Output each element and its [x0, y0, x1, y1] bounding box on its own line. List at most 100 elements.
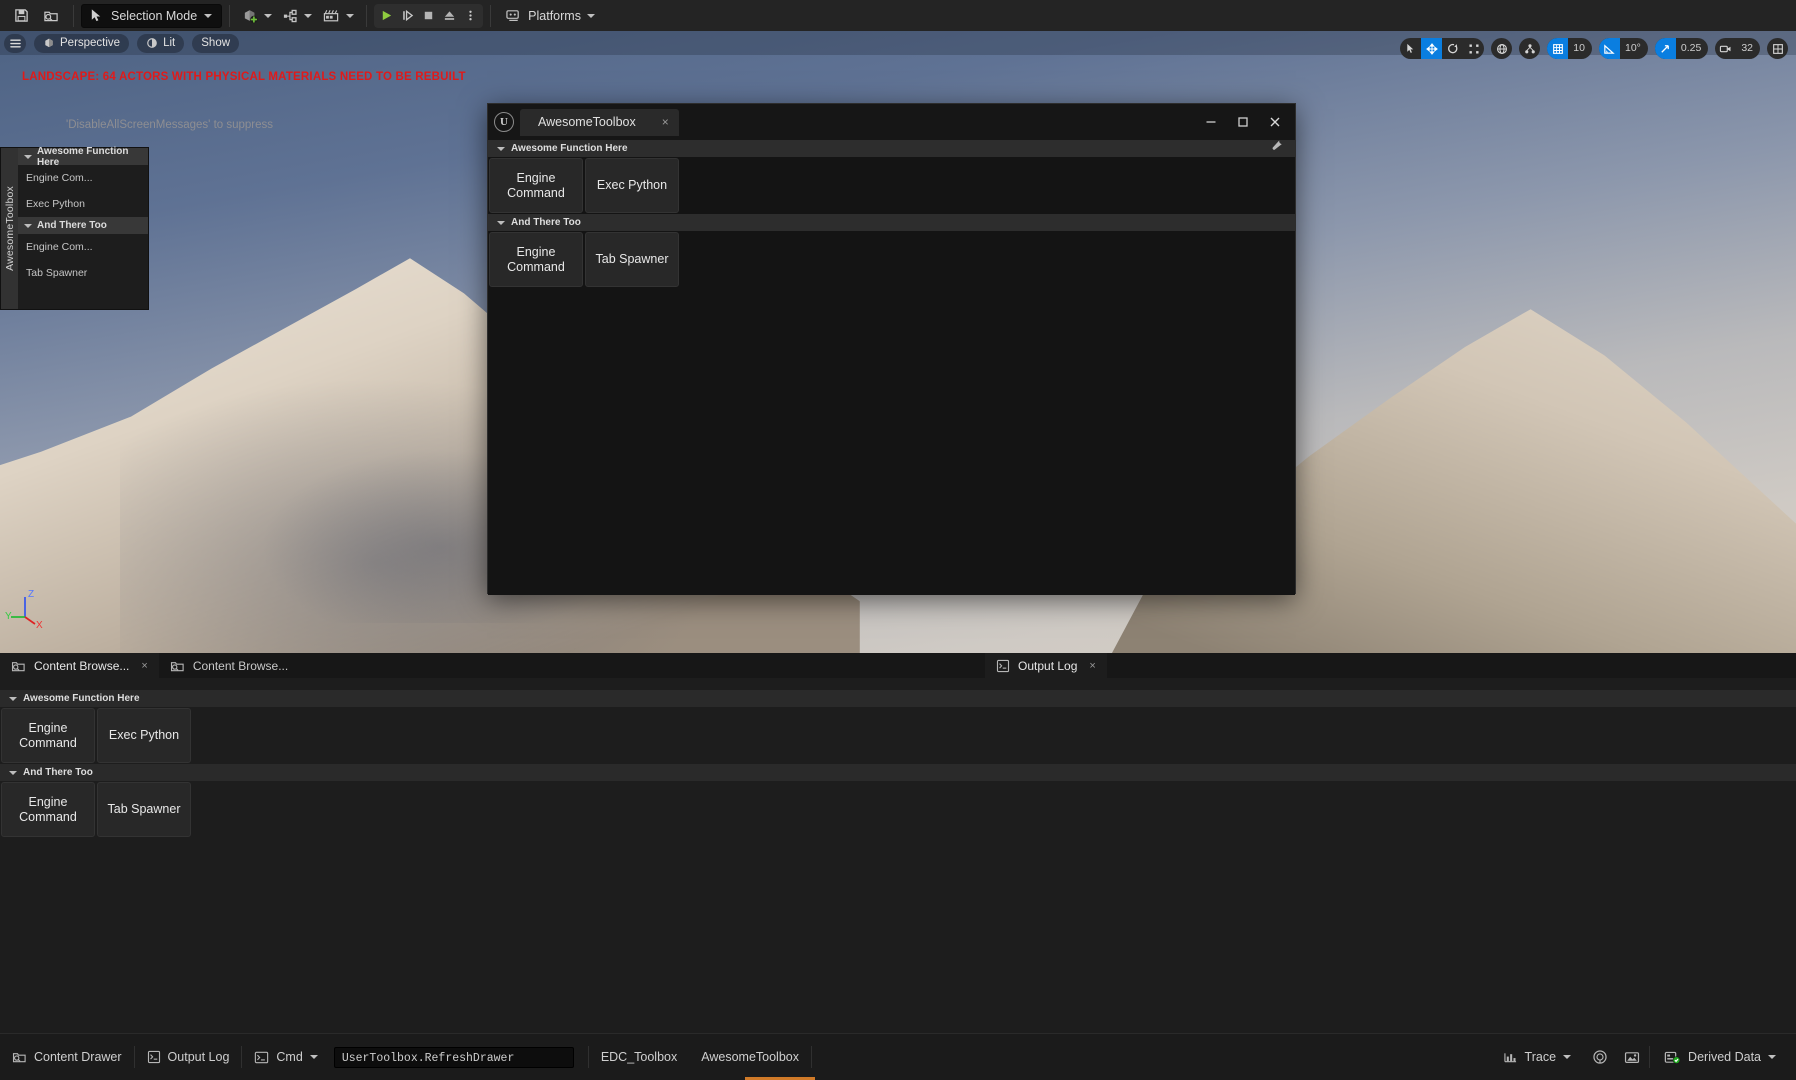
lit-dropdown[interactable]: Lit [137, 33, 185, 53]
angle-snap-value[interactable]: 10° [1620, 38, 1648, 59]
svg-text:X: X [36, 620, 43, 629]
bottom-section-header-2[interactable]: And There Too [0, 764, 1796, 781]
viewport-toolbar-right: 10 10° 0.25 32 [1400, 38, 1788, 59]
add-actor-button[interactable] [237, 3, 277, 29]
save-icon[interactable] [6, 3, 36, 29]
viewport-warning-hint: 'DisableAllScreenMessages' to suppress [66, 119, 274, 131]
close-icon[interactable] [1259, 108, 1291, 136]
awesome-toolbox-button[interactable]: AwesomeToolbox [689, 1042, 811, 1073]
main-toolbar: Selection Mode Platforms [0, 0, 1796, 31]
derived-data-dropdown[interactable]: Derived Data [1652, 1042, 1788, 1073]
chevron-down-icon-add [264, 13, 273, 18]
screenshot-icon[interactable] [1617, 1042, 1647, 1073]
step-icon[interactable] [397, 5, 418, 27]
maximize-viewport-icon[interactable] [1767, 38, 1788, 59]
scale-snap-icon[interactable] [1654, 38, 1676, 59]
console-command-input[interactable]: UserToolbox.RefreshDrawer [333, 1046, 574, 1068]
bottom-section-header-1[interactable]: Awesome Function Here [0, 690, 1796, 707]
more-options-icon[interactable] [460, 5, 481, 27]
trace-dropdown[interactable]: Trace [1491, 1042, 1584, 1073]
blueprint-button[interactable] [277, 3, 317, 29]
tab-content-browser-1[interactable]: Content Browse... × [0, 653, 159, 678]
scale-snap-value[interactable]: 0.25 [1676, 38, 1708, 59]
unreal-logo-icon: U [494, 112, 514, 132]
collapse-triangle-icon [24, 154, 32, 159]
window-section-header-1[interactable]: Awesome Function Here [488, 140, 1295, 157]
toolbar-divider [73, 4, 74, 27]
bottom-button-engine-command-1[interactable]: Engine Command [1, 708, 95, 763]
window-button-exec-python[interactable]: Exec Python [585, 158, 679, 213]
grid-snap-value[interactable]: 10 [1568, 38, 1592, 59]
cmd-dropdown[interactable]: Cmd [242, 1042, 329, 1073]
bottom-button-engine-command-2[interactable]: Engine Command [1, 782, 95, 837]
left-section-header-1[interactable]: Awesome Function Here [18, 146, 148, 168]
status-divider-5 [1649, 1046, 1651, 1068]
selection-mode-button[interactable]: Selection Mode [81, 3, 223, 28]
window-title-bar[interactable]: U AwesomeToolbox × [488, 104, 1295, 150]
output-log-icon-status [147, 1050, 160, 1064]
window-tab-awesometoolbox[interactable]: AwesomeToolbox × [520, 108, 679, 136]
chevron-down-icon-bp [304, 13, 313, 18]
left-docked-toolbox-panel: AwesomeToolbox Awesome Function Here Eng… [0, 146, 149, 310]
cinematics-button[interactable] [317, 3, 359, 29]
select-cursor-icon[interactable] [1400, 38, 1421, 59]
status-bar-right: Trace Derived Data [1491, 1042, 1796, 1073]
left-item-engine-command-1[interactable]: Engine Com... [18, 165, 148, 191]
content-drawer-icon [12, 1053, 26, 1063]
edc-toolbox-button[interactable]: EDC_Toolbox [589, 1042, 689, 1073]
camera-speed-icon[interactable] [1715, 38, 1736, 59]
left-dock-tab-label: AwesomeToolbox [3, 186, 16, 271]
wrench-icon[interactable] [1271, 138, 1284, 151]
left-dock-vertical-tab[interactable]: AwesomeToolbox [1, 148, 18, 309]
selection-mode-label: Selection Mode [111, 8, 198, 23]
left-item-exec-python[interactable]: Exec Python [18, 191, 148, 217]
world-coordinates-icon[interactable] [1491, 38, 1513, 59]
platforms-button[interactable]: Platforms [498, 3, 602, 29]
camera-speed-value[interactable]: 32 [1736, 38, 1760, 59]
angle-snap-icon[interactable] [1598, 38, 1620, 59]
window-button-engine-command-1[interactable]: Engine Command [489, 158, 583, 213]
content-drawer-button[interactable]: Content Drawer [0, 1042, 134, 1073]
window-tab-label: AwesomeToolbox [538, 115, 636, 129]
left-section-header-2[interactable]: And There Too [18, 217, 148, 234]
scale-gizmo-icon[interactable] [1463, 38, 1484, 59]
output-log-button[interactable]: Output Log [135, 1042, 242, 1073]
lit-label: Lit [163, 37, 176, 49]
perspective-dropdown[interactable]: Perspective [34, 33, 130, 53]
content-browser-icon-2 [170, 661, 184, 671]
window-section-header-2[interactable]: And There Too [488, 214, 1295, 231]
surface-snap-icon[interactable] [1519, 38, 1541, 59]
tab-content-browser-2[interactable]: Content Browse... [159, 653, 299, 678]
tab-close-icon-output-log[interactable]: × [1089, 660, 1095, 672]
viewport-menu-icon[interactable] [4, 33, 26, 53]
move-gizmo-icon[interactable] [1421, 38, 1443, 59]
output-log-icon [996, 659, 1010, 672]
left-item-tab-spawner[interactable]: Tab Spawner [18, 260, 148, 286]
awesome-toolbox-window: U AwesomeToolbox × Awesome Function Here… [487, 103, 1296, 595]
collapse-triangle-icon-w2 [497, 220, 505, 225]
source-control-icon[interactable] [1585, 1042, 1615, 1073]
output-log-label: Output Log [167, 1050, 230, 1064]
bottom-button-tab-spawner[interactable]: Tab Spawner [97, 782, 191, 837]
bottom-button-exec-python[interactable]: Exec Python [97, 708, 191, 763]
window-button-tab-spawner[interactable]: Tab Spawner [585, 232, 679, 287]
collapse-triangle-icon-w1 [497, 146, 505, 151]
show-dropdown[interactable]: Show [192, 33, 240, 53]
cmd-label: Cmd [276, 1050, 303, 1064]
window-tab-close-icon[interactable]: × [662, 115, 669, 129]
content-browser-icon [11, 661, 25, 671]
window-button-engine-command-2[interactable]: Engine Command [489, 232, 583, 287]
minimize-icon[interactable] [1195, 108, 1227, 136]
tab-output-log[interactable]: Output Log × [985, 653, 1107, 678]
browse-content-icon[interactable] [36, 3, 66, 29]
play-icon[interactable] [376, 5, 397, 27]
tab-close-icon-1[interactable]: × [141, 660, 147, 672]
rotate-gizmo-icon[interactable] [1442, 38, 1463, 59]
tab-content-browser-1-label: Content Browse... [34, 658, 130, 673]
grid-snap-icon[interactable] [1547, 38, 1569, 59]
chevron-down-icon [204, 13, 213, 18]
eject-icon[interactable] [439, 5, 460, 27]
maximize-icon[interactable] [1227, 108, 1259, 136]
left-item-engine-command-2[interactable]: Engine Com... [18, 234, 148, 260]
stop-icon[interactable] [418, 5, 439, 27]
